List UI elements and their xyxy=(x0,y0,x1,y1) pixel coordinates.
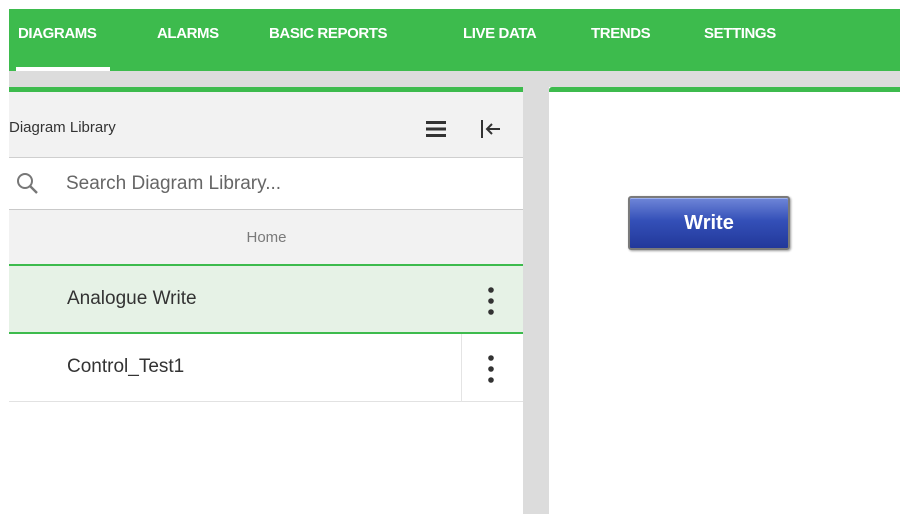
panel-splitter[interactable] xyxy=(523,87,549,514)
list-item-label: Control_Test1 xyxy=(67,356,185,377)
search-icon xyxy=(15,171,39,195)
tab-alarms[interactable]: ALARMS xyxy=(157,25,219,42)
hamburger-menu-icon[interactable] xyxy=(426,121,446,137)
tab-live-data[interactable]: LIVE DATA xyxy=(463,25,537,42)
tab-diagrams[interactable]: DIAGRAMS xyxy=(15,25,112,71)
diagram-canvas: Write xyxy=(549,87,900,514)
diagram-library-panel: Diagram Library Search Diagram Library..… xyxy=(9,87,524,514)
search-input[interactable] xyxy=(66,170,486,198)
search-row xyxy=(9,158,524,210)
breadcrumb-home: Home xyxy=(246,229,287,246)
nav-separator xyxy=(9,71,900,87)
panel-header: Diagram Library xyxy=(9,92,524,158)
tab-trends[interactable]: TRENDS xyxy=(591,25,651,42)
collapse-panel-icon[interactable] xyxy=(480,118,502,140)
list-item-label: Analogue Write xyxy=(67,288,197,309)
panel-title: Diagram Library xyxy=(9,119,116,136)
list-item-control-test1[interactable]: Control_Test1 xyxy=(9,334,524,402)
tab-basic-reports[interactable]: BASIC REPORTS xyxy=(269,25,388,42)
write-button[interactable]: Write xyxy=(628,196,790,250)
tab-settings[interactable]: SETTINGS xyxy=(704,25,776,42)
kebab-menu-icon[interactable] xyxy=(483,354,499,384)
divider xyxy=(461,334,462,402)
list-item-analogue-write[interactable]: Analogue Write xyxy=(9,266,524,334)
app-frame: DIAGRAMS ALARMS BASIC REPORTS LIVE DATA … xyxy=(0,0,900,514)
kebab-menu-icon[interactable] xyxy=(483,286,499,316)
breadcrumb[interactable]: Home xyxy=(9,210,524,266)
top-navigation: DIAGRAMS ALARMS BASIC REPORTS LIVE DATA … xyxy=(9,9,900,71)
